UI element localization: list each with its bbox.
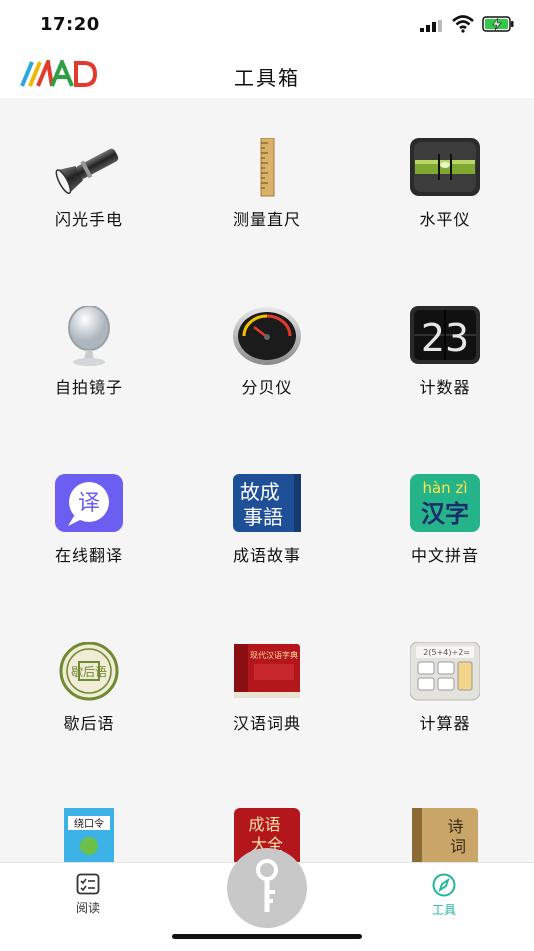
tab-tools[interactable]: 工具: [404, 873, 484, 918]
idiom-story-line2: 事語: [243, 505, 283, 529]
tongue-twister-book-icon: 绕口令: [64, 808, 114, 862]
poetry-title: 诗 词: [447, 817, 468, 856]
read-list-icon: [76, 873, 100, 895]
tool-mirror[interactable]: 自拍镜子: [0, 266, 178, 434]
calc-expression: 2(5+4)÷2=: [423, 648, 470, 657]
counter-digits: 23: [421, 316, 469, 360]
xiehouyu-icon: 歇后语: [59, 642, 119, 701]
tool-flashlight[interactable]: 闪光手电: [0, 98, 178, 266]
tool-decibel-meter[interactable]: 分贝仪: [178, 266, 356, 434]
tool-counter[interactable]: 23 计数器: [356, 266, 534, 434]
center-key-button[interactable]: [224, 848, 310, 928]
tool-label: 计算器: [419, 714, 471, 733]
tool-label: 计数器: [419, 378, 471, 397]
mirror-icon: [68, 306, 110, 366]
tool-level[interactable]: 水平仪: [356, 98, 534, 266]
tool-translate[interactable]: 译 在线翻译: [0, 434, 178, 602]
tool-label: 分贝仪: [241, 378, 293, 397]
twister-title: 绕口令: [74, 817, 104, 830]
poetry-line1: 诗: [447, 817, 463, 836]
idiom-story-line1: 故成: [240, 480, 280, 504]
translate-glyph: 译: [78, 491, 100, 516]
dictionary-title: 现代汉语字典: [250, 650, 298, 660]
tab-read[interactable]: 阅读: [48, 873, 128, 916]
tool-label: 在线翻译: [54, 546, 123, 565]
tool-label: 水平仪: [419, 210, 471, 229]
tool-poetry[interactable]: 诗 词: [356, 770, 534, 862]
tool-idiom-story[interactable]: 故成 事語 成语故事: [178, 434, 356, 602]
tool-label: 自拍镜子: [54, 378, 123, 397]
tool-pinyin[interactable]: hàn zì 汉字 中文拼音: [356, 434, 534, 602]
tool-label: 汉语词典: [232, 714, 301, 733]
translate-icon: 译: [55, 474, 123, 532]
ruler-icon: [260, 138, 275, 197]
tools-compass-icon: [432, 873, 456, 897]
pinyin-icon: hàn zì 汉字: [410, 474, 480, 532]
battery-charging-icon: [482, 16, 514, 32]
flashlight-icon: [55, 148, 119, 194]
tool-label: 测量直尺: [232, 210, 301, 229]
decibel-meter-icon: [233, 307, 301, 365]
tools-grid: 闪光手电 测量直尺 水平仪 自拍镜子 分贝仪 23 计数器 译 在线翻译 故成 …: [0, 98, 534, 862]
level-icon: [410, 138, 480, 196]
page-title: 工具箱: [234, 66, 300, 90]
tool-dictionary[interactable]: 现代汉语字典 汉语词典: [178, 602, 356, 770]
tool-label: 闪光手电: [54, 210, 123, 229]
idiom-big-line1: 成语: [248, 815, 280, 834]
pinyin-bottom: 汉字: [421, 500, 469, 528]
tool-tongue-twister[interactable]: 绕口令: [0, 770, 178, 862]
cellular-signal-icon: [420, 20, 442, 32]
poetry-book-icon: 诗 词: [412, 808, 478, 862]
pinyin-top: hàn zì: [422, 479, 467, 497]
xiehouyu-seal: 歇后语: [71, 665, 107, 679]
tool-xiehouyu[interactable]: 歇后语 歇后语: [0, 602, 178, 770]
idiom-story-title: 故成 事語: [240, 480, 286, 529]
status-bar: 17:20: [0, 0, 534, 50]
idiom-story-icon: 故成 事語: [233, 474, 301, 532]
tool-ruler[interactable]: 测量直尺: [178, 98, 356, 266]
wifi-icon: [452, 15, 474, 33]
dictionary-icon: 现代汉语字典: [234, 644, 300, 698]
tab-tools-label: 工具: [431, 903, 456, 917]
tool-label: 中文拼音: [410, 546, 479, 565]
tool-label: 成语故事: [232, 546, 301, 565]
counter-icon: 23: [410, 306, 480, 364]
tool-calculator[interactable]: 2(5+4)÷2= 计算器: [356, 602, 534, 770]
tool-label: 歇后语: [63, 714, 115, 733]
home-indicator: [172, 934, 362, 939]
nav-header: 工具箱: [0, 50, 534, 98]
status-time: 17:20: [40, 14, 100, 35]
calculator-icon: 2(5+4)÷2=: [410, 642, 480, 701]
poetry-line2: 词: [450, 837, 466, 856]
tab-read-label: 阅读: [75, 901, 100, 915]
